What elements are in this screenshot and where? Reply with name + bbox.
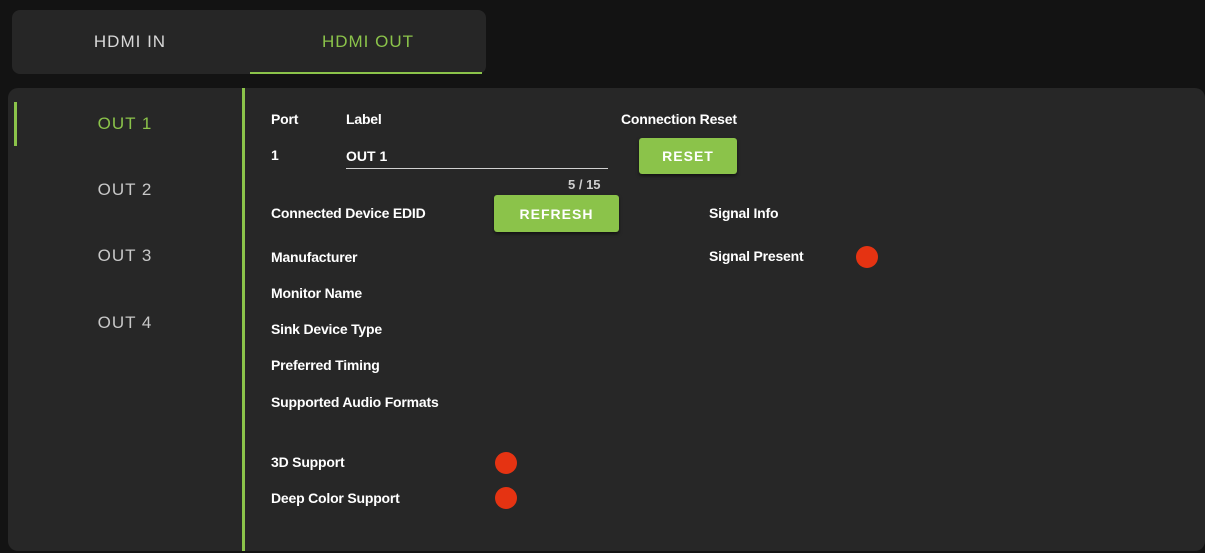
label-input-value: OUT 1	[346, 148, 388, 164]
sidebar-item-out-3[interactable]: OUT 3	[8, 236, 242, 276]
sidebar-item-out-1[interactable]: OUT 1	[8, 102, 242, 146]
signal-present-indicator	[856, 246, 878, 268]
3d-support-indicator	[495, 452, 517, 474]
preferred-timing-label: Preferred Timing	[271, 357, 380, 373]
sidebar-divider	[242, 88, 245, 551]
sidebar-item-out-2[interactable]: OUT 2	[8, 170, 242, 210]
label-char-counter: 5 / 15	[568, 177, 601, 192]
label-input[interactable]: OUT 1	[346, 144, 608, 169]
signal-present-label: Signal Present	[709, 248, 804, 264]
refresh-button[interactable]: REFRESH	[494, 195, 619, 232]
label-header: Label	[346, 111, 382, 127]
sink-device-type-label: Sink Device Type	[271, 321, 382, 337]
manufacturer-label: Manufacturer	[271, 249, 358, 265]
deep-color-support-indicator	[495, 487, 517, 509]
signal-info-header: Signal Info	[709, 205, 779, 221]
monitor-name-label: Monitor Name	[271, 285, 362, 301]
3d-support-label: 3D Support	[271, 454, 345, 470]
port-value: 1	[271, 147, 279, 163]
tab-hdmi-out[interactable]: HDMI OUT	[250, 10, 486, 74]
port-header: Port	[271, 111, 299, 127]
sidebar-item-out-4[interactable]: OUT 4	[8, 303, 242, 343]
supported-audio-formats-label: Supported Audio Formats	[271, 394, 439, 410]
tab-hdmi-in[interactable]: HDMI IN	[12, 10, 248, 74]
edid-header: Connected Device EDID	[271, 205, 426, 221]
output-tab-bar: HDMI IN HDMI OUT	[12, 10, 486, 74]
connection-reset-header: Connection Reset	[621, 111, 737, 127]
reset-button[interactable]: RESET	[639, 138, 737, 174]
deep-color-support-label: Deep Color Support	[271, 490, 400, 506]
output-settings-panel: OUT 1 OUT 2 OUT 3 OUT 4 Port Label 1 OUT…	[8, 88, 1205, 551]
